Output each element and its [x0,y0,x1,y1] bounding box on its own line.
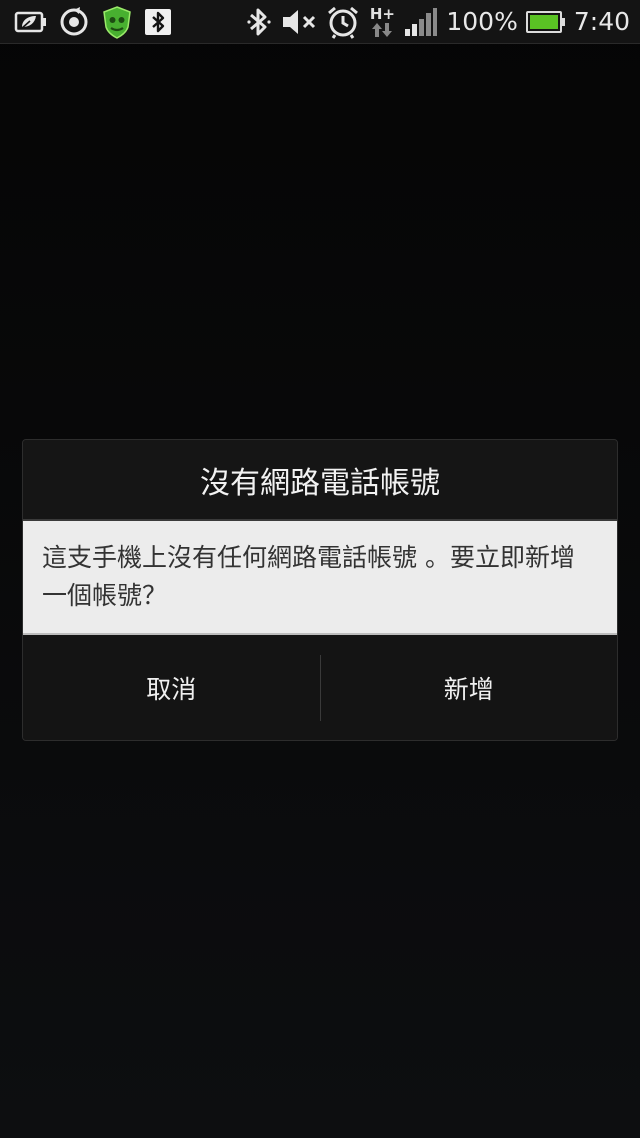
mute-icon [280,7,318,37]
cancel-button[interactable]: 取消 [23,635,320,740]
dialog-button-bar: 取消 新增 [23,635,618,740]
status-bar-left [14,5,172,39]
add-account-button[interactable]: 新增 [321,635,618,740]
screen: H+ 100% 7:40 沒有網路電話帳號 這支手機上沒有任何網路電話帳號 。要… [0,0,640,1138]
bluetooth-icon [246,6,272,38]
clock: 7:40 [573,7,630,36]
alarm-icon [326,5,360,39]
status-bar-right: H+ 100% 7:40 [246,4,630,39]
sync-icon [58,6,90,38]
no-voip-account-dialog: 沒有網路電話帳號 這支手機上沒有任何網路電話帳號 。要立即新增一個帳號？ 取消 … [22,439,618,741]
battery-percent: 100% [446,7,518,36]
battery-icon [525,11,566,33]
network-type-label: H+ [369,4,395,23]
bluetooth-notification-icon [144,8,172,36]
signal-icon [404,7,438,37]
status-bar: H+ 100% 7:40 [0,0,640,44]
dialog-message: 這支手機上沒有任何網路電話帳號 。要立即新增一個帳號？ [23,521,617,635]
dialog-title: 沒有網路電話帳號 [23,440,617,520]
hplus-data-icon: H+ [368,4,396,38]
battery-saver-icon [14,10,48,34]
security-shield-icon [100,5,134,39]
